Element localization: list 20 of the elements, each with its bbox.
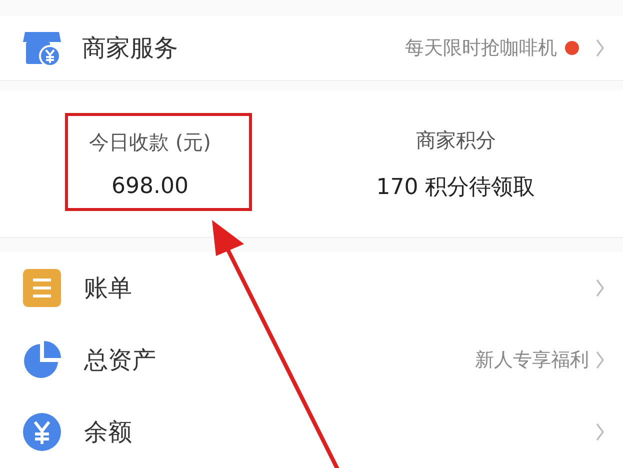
promo-link[interactable]: 每天限时抢咖啡机 — [405, 35, 557, 61]
menu-item[interactable]: 账单 — [0, 252, 623, 324]
section-title: 商家服务 — [82, 33, 178, 64]
yuan-icon — [22, 412, 62, 452]
menu-item[interactable]: 余额 — [0, 396, 623, 468]
chevron-right-icon — [595, 350, 605, 370]
stat-label: 商家积分 — [416, 126, 496, 154]
list-icon — [22, 268, 62, 308]
menu-hint: 新人专享福利 — [475, 348, 589, 373]
stat-value: 170 积分待领取 — [376, 174, 536, 202]
stat-value: 698.00 — [112, 174, 188, 199]
chevron-right-icon — [595, 38, 605, 58]
chevron-right-icon — [595, 278, 605, 298]
menu-label: 总资产 — [84, 345, 156, 376]
menu-item[interactable]: 总资产 新人专享福利 — [0, 324, 623, 396]
menu-label: 账单 — [84, 273, 132, 304]
chevron-right-icon — [595, 422, 605, 442]
menu-label: 余额 — [84, 417, 132, 448]
stat-label: 今日收款 (元) — [89, 129, 211, 156]
pie-chart-icon — [22, 340, 62, 380]
